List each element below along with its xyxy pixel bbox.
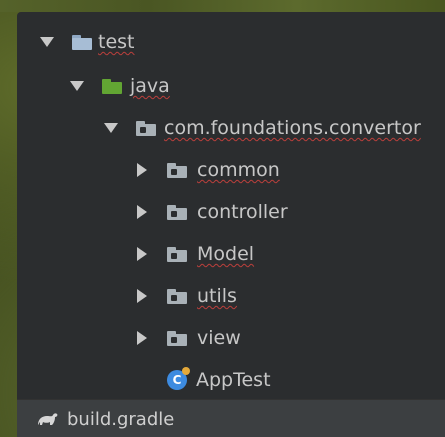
package-icon	[167, 204, 187, 220]
tree-node-label: view	[197, 327, 241, 349]
package-icon	[136, 120, 156, 136]
source-folder-icon	[102, 78, 122, 94]
java-class-icon: C	[167, 367, 190, 390]
package-icon	[167, 246, 187, 262]
tree-node-test[interactable]: test	[40, 24, 135, 60]
tree-node-model[interactable]: Model	[137, 236, 254, 272]
tree-node-label: utils	[197, 285, 237, 307]
collapse-arrow-icon[interactable]	[40, 37, 54, 47]
tree-node-java[interactable]: java	[70, 68, 170, 104]
expand-arrow-icon[interactable]	[137, 163, 147, 177]
tree-node-label: com.foundations.convertor	[164, 117, 421, 139]
collapse-arrow-icon[interactable]	[70, 81, 84, 91]
build-gradle-row[interactable]: build.gradle	[17, 399, 445, 437]
tree-node-label: common	[197, 159, 280, 181]
expand-arrow-icon[interactable]	[137, 205, 147, 219]
tree-node-label: AppTest	[196, 369, 271, 391]
gradle-icon	[38, 413, 58, 425]
package-icon	[167, 162, 187, 178]
expand-arrow-icon[interactable]	[137, 289, 147, 303]
expand-arrow-icon[interactable]	[137, 331, 147, 345]
tree-node-label: Model	[197, 243, 255, 265]
expand-arrow-icon[interactable]	[137, 247, 147, 261]
collapse-arrow-icon[interactable]	[104, 123, 118, 133]
tree-node-common[interactable]: common	[137, 152, 280, 188]
tree-node-label: build.gradle	[67, 408, 175, 430]
tree-node-package-root[interactable]: com.foundations.convertor	[104, 110, 421, 146]
project-tree-panel: test java com.foundations.convertor comm…	[17, 12, 445, 399]
background-top	[0, 0, 445, 12]
tree-node-view[interactable]: view	[137, 320, 241, 356]
tree-node-apptest[interactable]: C AppTest	[167, 362, 271, 398]
tree-node-label: test	[98, 31, 135, 53]
test-folder-icon	[72, 34, 92, 50]
tree-node-controller[interactable]: controller	[137, 194, 288, 230]
package-icon	[167, 288, 187, 304]
tree-node-label: controller	[197, 201, 288, 223]
tree-node-label: java	[130, 75, 170, 97]
tree-node-utils[interactable]: utils	[137, 278, 237, 314]
package-icon	[167, 330, 187, 346]
tree-node-build-gradle[interactable]: build.gradle	[35, 401, 174, 437]
